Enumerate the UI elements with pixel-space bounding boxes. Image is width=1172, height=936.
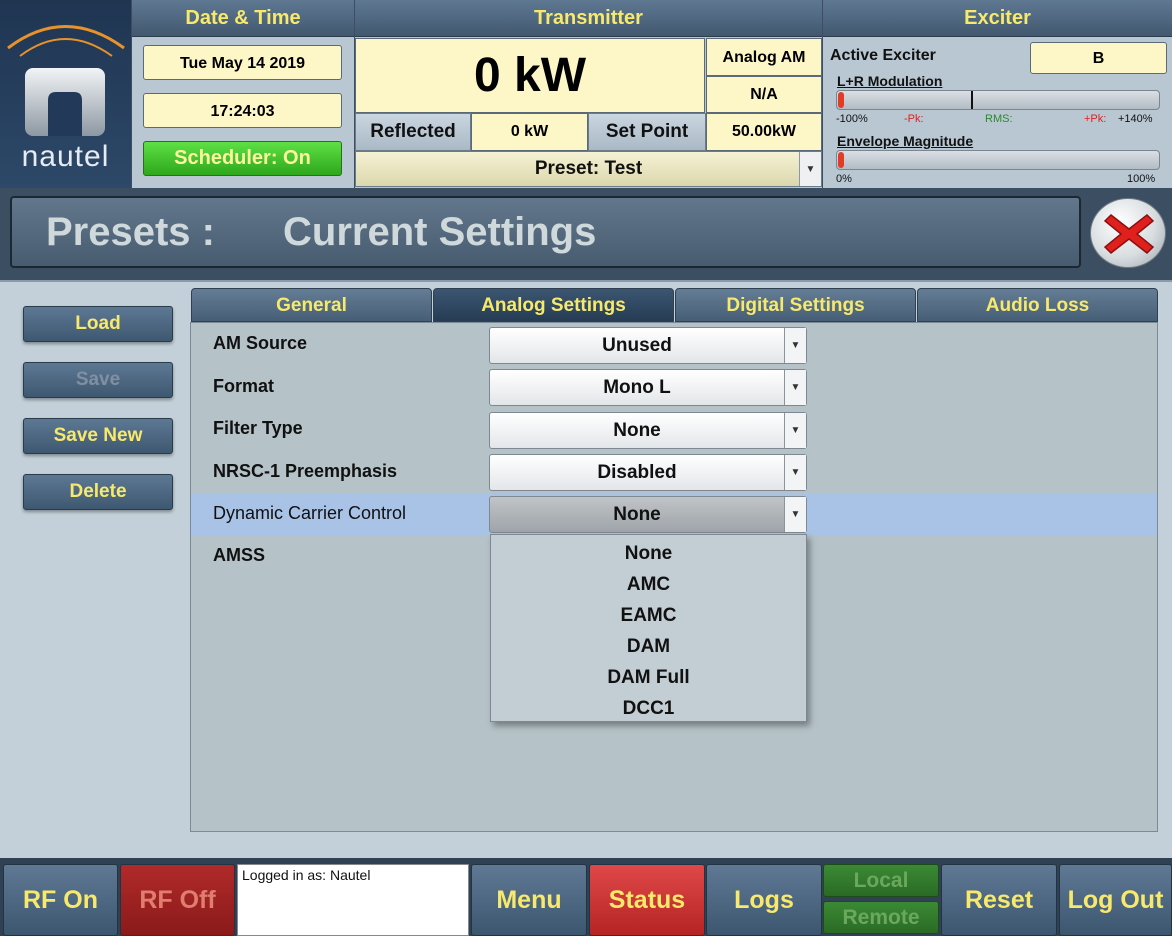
lr-scale-pk-pos: +Pk:	[1084, 113, 1107, 125]
dropdown-option-dam-full[interactable]: DAM Full	[491, 662, 806, 693]
load-button[interactable]: Load	[23, 306, 173, 342]
envelope-magnitude-label: Envelope Magnitude	[837, 133, 974, 149]
rf-off-button[interactable]: RF Off	[120, 864, 235, 936]
lr-scale-pk-neg: -Pk:	[904, 113, 924, 125]
reflected-label: Reflected	[355, 113, 471, 151]
setpoint-value: 50.00kW	[706, 113, 822, 151]
filter-type-value: None	[613, 420, 661, 441]
tab-digital-settings[interactable]: Digital Settings	[675, 288, 916, 322]
login-status: Logged in as: Nautel	[237, 864, 469, 936]
dynamic-carrier-control-select[interactable]: None ▼	[489, 496, 807, 533]
dynamic-carrier-control-value: None	[613, 504, 661, 525]
close-button[interactable]	[1090, 198, 1166, 268]
logo-text: nautel	[21, 140, 110, 173]
status-button[interactable]: Status	[589, 864, 705, 936]
chevron-down-icon: ▼	[799, 152, 821, 186]
dynamic-carrier-control-label: Dynamic Carrier Control	[213, 503, 407, 523]
transmitter-title: Transmitter	[355, 0, 822, 37]
reset-button[interactable]: Reset	[941, 864, 1057, 936]
page-title: Current Settings	[283, 210, 597, 254]
mode-display: Analog AM	[706, 38, 822, 76]
setpoint-label: Set Point	[588, 113, 706, 151]
lr-modulation-zero-marker	[971, 91, 973, 109]
format-label: Format	[213, 376, 275, 396]
power-output-display: 0 kW	[355, 38, 705, 113]
preset-select-label: Preset: Test	[534, 158, 643, 179]
active-exciter-value: B	[1030, 42, 1167, 74]
dropdown-option-dcc1[interactable]: DCC1	[491, 693, 806, 724]
chevron-down-icon: ▼	[784, 497, 806, 532]
nrsc-preemphasis-label: NRSC-1 Preemphasis	[213, 461, 398, 481]
preset-select[interactable]: Preset: Test ▼	[355, 151, 822, 187]
close-x-icon	[1103, 214, 1155, 254]
env-scale-max: 100%	[1127, 173, 1156, 185]
lr-modulation-label: L+R Modulation	[837, 73, 943, 89]
save-new-button[interactable]: Save New	[23, 418, 173, 454]
delete-button[interactable]: Delete	[23, 474, 173, 510]
page-title-bar: Presets : Current Settings	[10, 196, 1081, 268]
nautel-logo-icon	[7, 25, 125, 136]
lr-scale-min: -100%	[836, 113, 868, 125]
active-exciter-label: Active Exciter	[830, 47, 936, 64]
format-value: Mono L	[603, 377, 671, 398]
am-source-value: Unused	[602, 335, 672, 356]
chevron-down-icon: ▼	[784, 370, 806, 405]
chevron-down-icon: ▼	[784, 455, 806, 490]
dynamic-carrier-control-dropdown: None AMC EAMC DAM DAM Full DCC1	[490, 534, 807, 722]
datetime-title: Date & Time	[132, 0, 354, 37]
filter-type-select[interactable]: None ▼	[489, 412, 807, 449]
lr-scale-max: +140%	[1118, 113, 1153, 125]
filter-type-label: Filter Type	[213, 418, 303, 438]
menu-button[interactable]: Menu	[471, 864, 587, 936]
mode-secondary-display: N/A	[706, 76, 822, 113]
exciter-title: Exciter	[823, 0, 1172, 37]
logs-button[interactable]: Logs	[706, 864, 822, 936]
local-button[interactable]: Local	[823, 864, 939, 897]
envelope-magnitude-meter	[836, 150, 1160, 170]
page-title-prefix: Presets :	[46, 210, 215, 254]
tab-general[interactable]: General	[191, 288, 432, 322]
dropdown-option-amc[interactable]: AMC	[491, 569, 806, 600]
lr-modulation-meter	[836, 90, 1160, 110]
dropdown-option-dam[interactable]: DAM	[491, 631, 806, 662]
reflected-value: 0 kW	[471, 113, 588, 151]
nrsc-preemphasis-value: Disabled	[597, 462, 677, 483]
dropdown-option-none[interactable]: None	[491, 538, 806, 569]
format-select[interactable]: Mono L ▼	[489, 369, 807, 406]
nrsc-preemphasis-select[interactable]: Disabled ▼	[489, 454, 807, 491]
chevron-down-icon: ▼	[784, 413, 806, 448]
chevron-down-icon: ▼	[784, 328, 806, 363]
dropdown-option-eamc[interactable]: EAMC	[491, 600, 806, 631]
remote-button[interactable]: Remote	[823, 901, 939, 934]
save-button[interactable]: Save	[23, 362, 173, 398]
rf-on-button[interactable]: RF On	[3, 864, 118, 936]
tab-audio-loss[interactable]: Audio Loss	[917, 288, 1158, 322]
nautel-logo: nautel	[0, 0, 131, 188]
scheduler-button[interactable]: Scheduler: On	[143, 141, 342, 176]
amss-label: AMSS	[213, 545, 266, 565]
log-out-button[interactable]: Log Out	[1059, 864, 1172, 936]
am-source-select[interactable]: Unused ▼	[489, 327, 807, 364]
lr-scale-rms: RMS:	[985, 113, 1013, 125]
lr-modulation-fill	[838, 92, 844, 108]
date-display: Tue May 14 2019	[143, 45, 342, 80]
time-display: 17:24:03	[143, 93, 342, 128]
envelope-magnitude-fill	[838, 152, 844, 168]
am-source-label: AM Source	[213, 333, 308, 353]
tab-analog-settings[interactable]: Analog Settings	[433, 288, 674, 322]
env-scale-min: 0%	[836, 173, 852, 185]
